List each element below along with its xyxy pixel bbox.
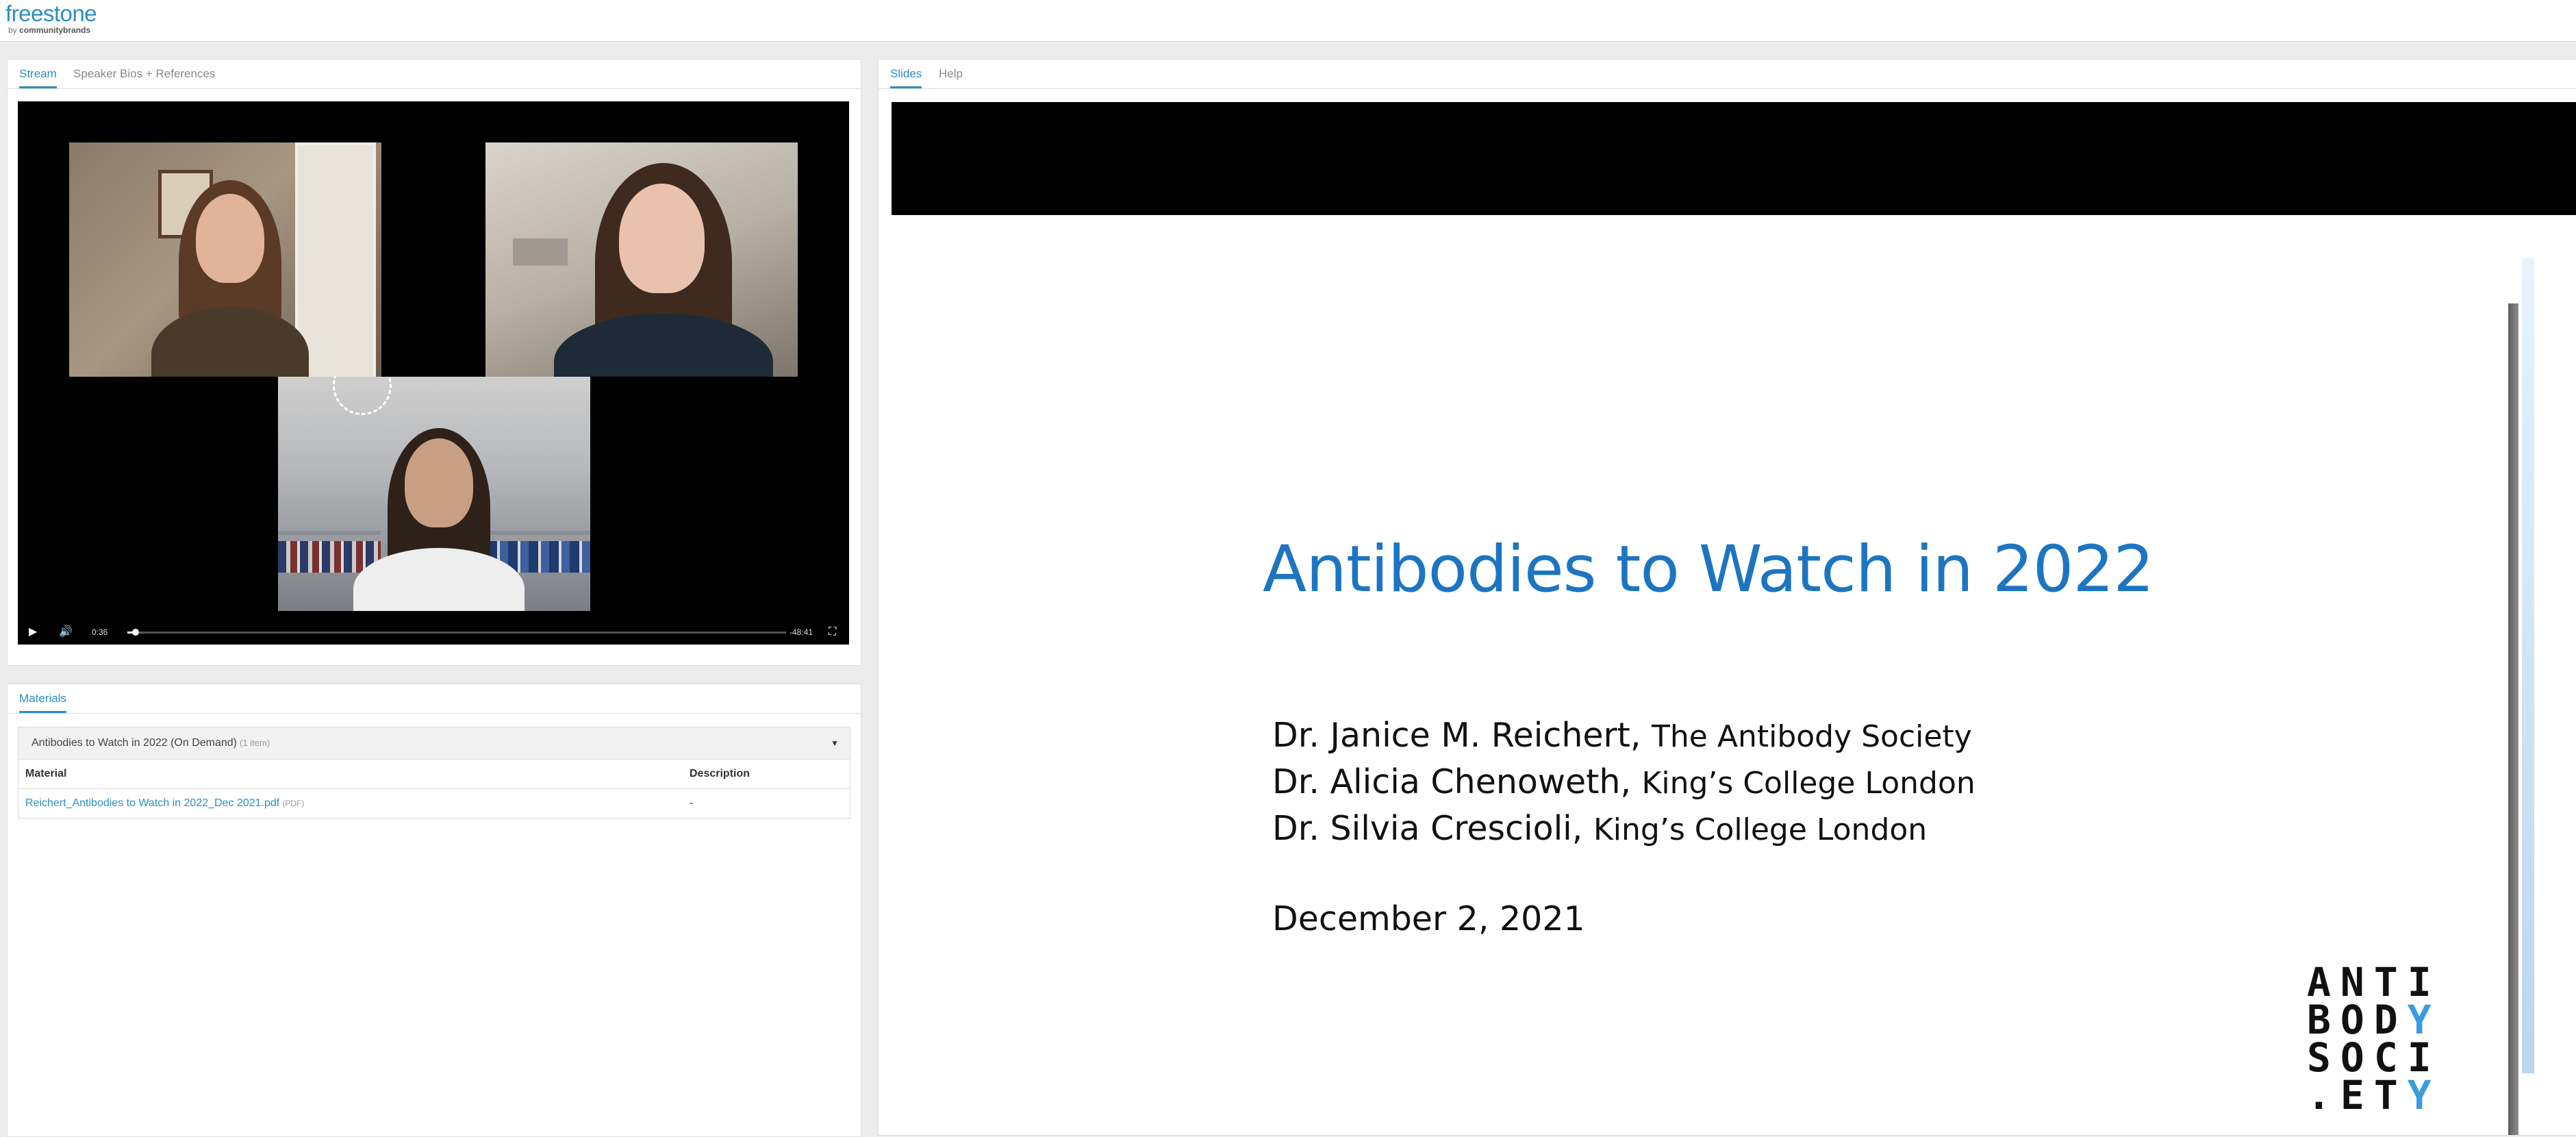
header-material: Material [25,768,67,779]
material-link[interactable]: Reichert_Antibodies to Watch in 2022_Dec… [25,797,279,809]
video-tile-participant-2 [485,142,798,377]
remaining-time: -48:41 [790,627,813,637]
tab-slides[interactable]: Slides [890,60,922,88]
bookshelf [278,531,381,535]
speaker-line: Dr. Alicia Chenoweth, King’s College Lon… [1272,762,1975,801]
speaker-affiliation: King’s College London [1641,766,1975,801]
video-tile-participant-1 [69,142,381,377]
slides-tabs: Slides Help [879,60,2576,89]
bookshelf [488,531,590,535]
speaker-name: Dr. Janice M. Reichert, [1272,716,1641,755]
slide-accent-light [2522,258,2534,1073]
antibody-society-logo: ANTI BODY SOCI .ETY [2307,962,2458,1115]
tab-materials[interactable]: Materials [19,684,66,713]
kitchen-shelf [513,238,568,266]
logo-sub-prefix: by [8,25,17,35]
volume-icon[interactable]: 🔊 [59,625,73,639]
collection-title: Antibodies to Watch in 2022 (On Demand)(… [31,727,270,759]
speaker-affiliation: King’s College London [1593,812,1928,847]
material-cell: Reichert_Antibodies to Watch in 2022_Dec… [25,789,304,818]
face-shape [619,184,705,293]
freestone-logo[interactable]: freestone by communitybrands [5,1,97,35]
slide-title: Antibodies to Watch in 2022 [1263,532,2154,607]
caret-down-icon[interactable]: ▼ [831,727,839,759]
face-shape [196,194,264,283]
video-player[interactable]: ▶ 🔊 0:36 -48:41 ⛶ [18,101,849,645]
player-controls: ▶ 🔊 0:36 -48:41 ⛶ [18,620,849,645]
header-description: Description [690,768,750,779]
body-shape [554,314,773,377]
video-tile-participant-3 [278,377,590,611]
ceiling-vent [333,377,392,415]
current-time: 0:36 [92,627,108,637]
logo-row: BODY [2307,1000,2458,1040]
tab-speaker-bios[interactable]: Speaker Bios + References [73,60,215,87]
speaker-line: Dr. Janice M. Reichert, The Antibody Soc… [1272,716,1972,755]
logo-sub-brand: communitybrands [19,25,91,35]
slide-date: December 2, 2021 [1272,899,1585,938]
logo-letter: Y [2407,1072,2441,1119]
table-row: Reichert_Antibodies to Watch in 2022_Dec… [18,789,850,818]
logo-letter: T [2373,1072,2408,1119]
file-type: (PDF) [282,799,305,808]
stream-panel: Stream Speaker Bios + References ▶ 🔊 0:3… [7,59,861,666]
materials-tabs: Materials [8,684,861,714]
progress-handle[interactable] [131,629,139,636]
collection-header[interactable]: Antibodies to Watch in 2022 (On Demand)(… [18,727,850,760]
logo-row: SOCI [2307,1038,2458,1077]
slide-top-bar [892,102,2576,215]
window [295,142,376,377]
slide-accent-dark [2508,303,2518,1135]
progress-bar[interactable] [127,629,786,636]
materials-panel: Materials Antibodies to Watch in 2022 (O… [7,684,861,1137]
fullscreen-icon[interactable]: ⛶ [829,625,836,639]
body-shape [151,307,309,377]
play-icon[interactable]: ▶ [29,625,37,639]
slides-panel: Slides Help Antibodies to Watch in 2022 … [878,59,2576,1136]
face-shape [405,438,473,527]
tab-help[interactable]: Help [939,60,963,87]
speaker-affiliation: The Antibody Society [1652,719,1972,754]
stream-tabs: Stream Speaker Bios + References [8,60,861,89]
logo-row: .ETY [2307,1075,2458,1115]
top-header: freestone by communitybrands [0,0,2576,42]
item-count: (1 item) [240,738,270,748]
description-cell: - [690,797,694,809]
logo-letter: . [2307,1072,2340,1119]
speaker-line: Dr. Silvia Crescioli, King’s College Lon… [1272,809,1927,848]
tab-stream[interactable]: Stream [19,60,57,88]
speaker-name: Dr. Alicia Chenoweth, [1272,762,1631,801]
logo-letter: E [2340,1072,2374,1119]
speaker-name: Dr. Silvia Crescioli, [1272,809,1583,848]
logo-row: ANTI [2307,962,2458,1002]
collection-name: Antibodies to Watch in 2022 (On Demand) [31,737,238,749]
logo-subtitle: by communitybrands [8,26,97,34]
logo-wordmark: freestone [5,1,97,26]
table-header: Material Description [18,760,850,789]
materials-table: Material Description Reichert_Antibodies… [18,760,850,819]
